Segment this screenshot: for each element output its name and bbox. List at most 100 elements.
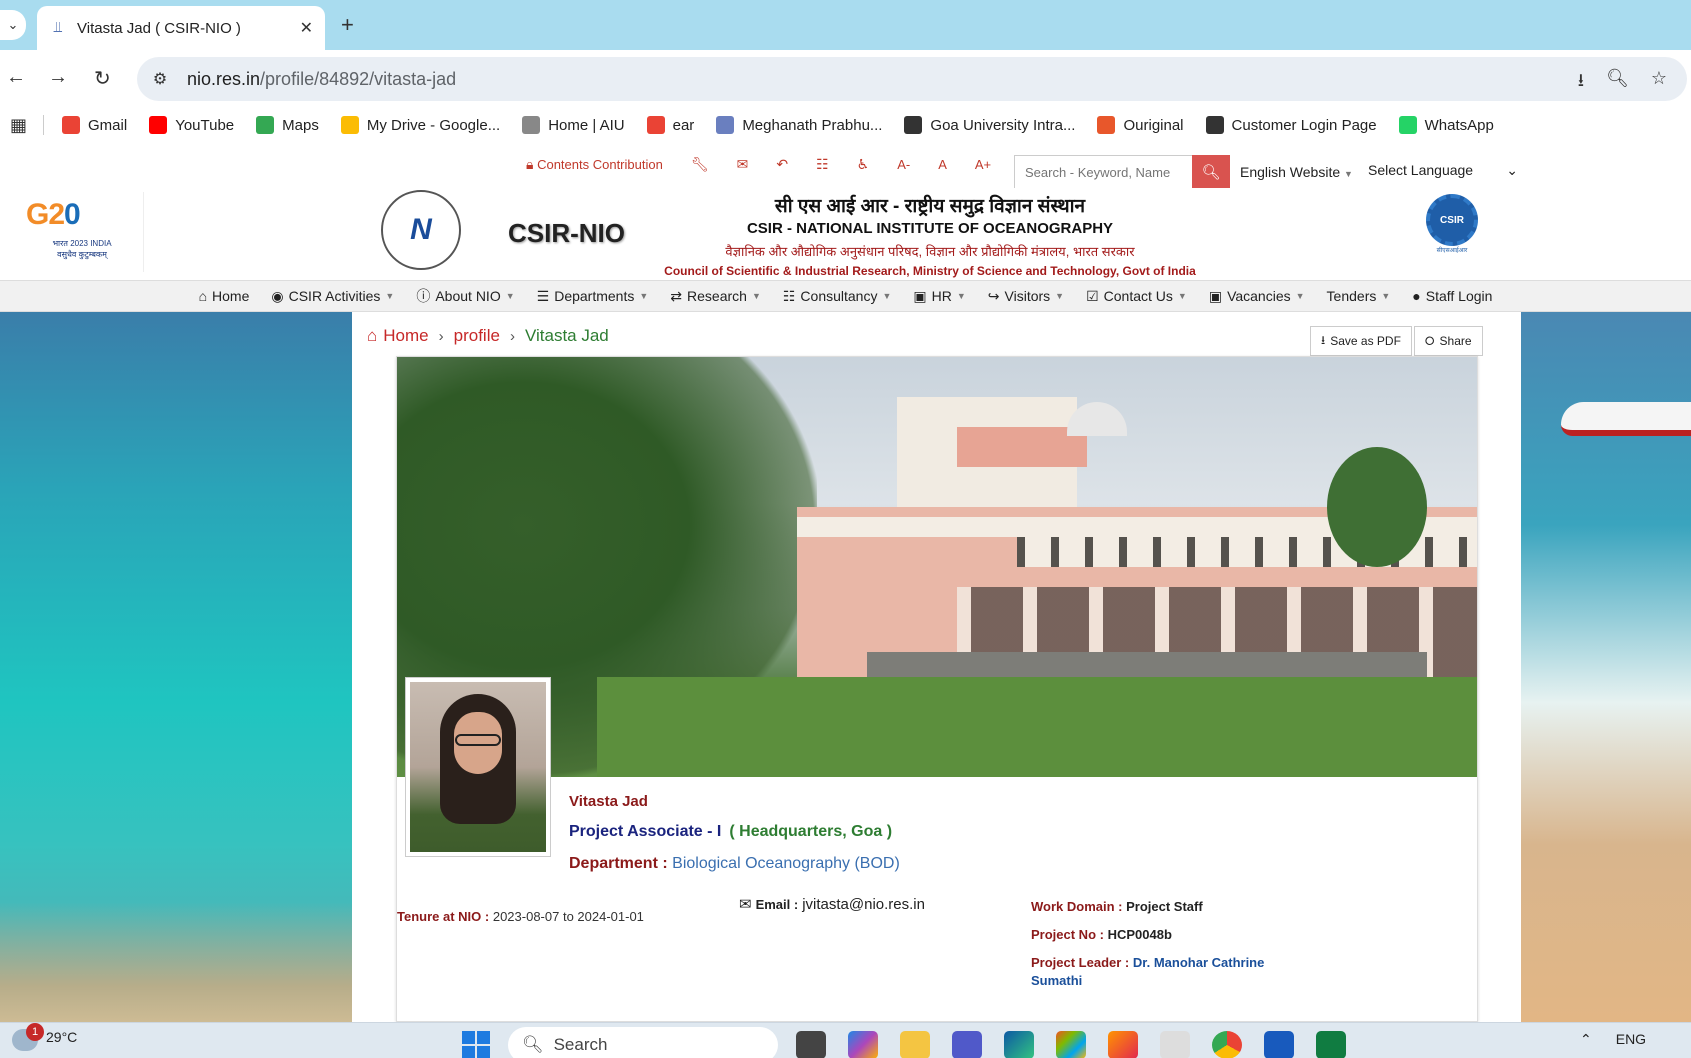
website-viewport: 🔒︎ Contents Contribution 🔧︎ ✉ ↶ ☷ ♿ A- A… xyxy=(0,142,1691,1022)
g20-logo[interactable]: G20 भारत 2023 INDIA वसुधैव कुटुम्बकम् xyxy=(18,192,144,272)
new-tab-button[interactable]: + xyxy=(341,12,354,38)
person-name: Vitasta Jad xyxy=(569,793,648,810)
mail-icon[interactable]: ✉ xyxy=(737,156,749,173)
bookmark-item[interactable]: Home | AIU xyxy=(522,116,625,134)
caret-down-icon: ▼ xyxy=(882,291,892,301)
nav-item-contact-us[interactable]: ☑ Contact Us ▼ xyxy=(1086,288,1187,305)
bookmark-item[interactable]: Meghanath Prabhu... xyxy=(716,116,882,134)
email-link[interactable]: jvitasta@nio.res.in xyxy=(802,896,925,913)
accessibility-icon[interactable]: ♿ xyxy=(857,156,870,173)
nav-item-about-nio[interactable]: ⓘ About NIO ▼ xyxy=(416,286,514,306)
store-icon[interactable] xyxy=(1056,1031,1086,1058)
taskbar-search[interactable]: 🔍︎ Search xyxy=(508,1027,778,1058)
site-search-button[interactable]: 🔍︎ xyxy=(1192,155,1230,189)
amazon-icon[interactable] xyxy=(1160,1031,1190,1058)
file-explorer-icon[interactable] xyxy=(900,1031,930,1058)
bookmark-label: ear xyxy=(672,116,695,134)
nio-emblem-logo[interactable]: N xyxy=(381,190,461,270)
language-indicator[interactable]: ENG xyxy=(1616,1031,1646,1048)
nav-item-tenders[interactable]: Tenders ▼ xyxy=(1327,288,1391,304)
breadcrumb-home[interactable]: ⌂ Home xyxy=(367,326,429,346)
bookmark-item[interactable]: Ouriginal xyxy=(1097,116,1184,134)
department-link[interactable]: Biological Oceanography (BOD) xyxy=(672,855,900,872)
chevron-up-icon[interactable]: ⌃ xyxy=(1580,1031,1592,1048)
english-website-dropdown[interactable]: English Website ▼ xyxy=(1240,164,1353,180)
firefox-icon[interactable] xyxy=(1108,1031,1138,1058)
check-square-icon: ☑ xyxy=(1086,287,1099,304)
zoom-icon[interactable]: 🔍︎ xyxy=(1606,68,1629,98)
site-top-utility-bar: 🔒︎ Contents Contribution 🔧︎ ✉ ↶ ☷ ♿ A- A… xyxy=(0,142,1691,189)
site-search-input[interactable] xyxy=(1015,156,1193,188)
csir-nio-logo-text[interactable]: CSIR-NIO xyxy=(508,218,625,249)
system-tray: ⌃ ENG xyxy=(1580,1031,1646,1048)
profile-card: Vitasta Jad Project Associate - I( Headq… xyxy=(396,356,1478,1022)
whatsapp-icon xyxy=(1398,116,1417,134)
word-icon[interactable] xyxy=(1264,1031,1294,1058)
background-sea-left xyxy=(0,312,352,1022)
content-panel: ⌂ Home › profile › Vitasta Jad ⭳ Save as P… xyxy=(352,312,1521,1022)
csir-emblem-logo[interactable]: CSIR सीएसआईआर xyxy=(1424,194,1480,266)
bookmark-item[interactable]: Maps xyxy=(256,116,319,134)
font-increase-button[interactable]: A+ xyxy=(975,157,991,172)
font-normal-button[interactable]: A xyxy=(938,157,947,172)
copilot-icon[interactable] xyxy=(848,1031,878,1058)
apps-grid-icon[interactable]: ▦ xyxy=(10,115,27,136)
chrome-icon[interactable] xyxy=(1212,1031,1242,1058)
drive-icon xyxy=(340,116,359,134)
task-view-icon[interactable] xyxy=(796,1031,826,1058)
back-arrow-icon[interactable]: ← xyxy=(6,66,26,89)
bookmark-item[interactable]: WhatsApp xyxy=(1398,116,1494,134)
briefcase-icon: ▣ xyxy=(1208,287,1223,304)
close-tab-icon[interactable]: ✕ xyxy=(300,18,313,38)
nav-item-hr[interactable]: ▣ HR ▼ xyxy=(913,288,965,305)
project-leader-row: Project Leader : Dr. Manohar Cathrine Su… xyxy=(1031,955,1265,988)
forward-arrow-icon[interactable]: → xyxy=(48,66,68,89)
browser-tab[interactable]: ⫫ Vitasta Jad ( CSIR-NIO ) ✕ xyxy=(37,6,325,50)
bookmark-item[interactable]: My Drive - Google... xyxy=(340,116,500,134)
nav-item-vacancies[interactable]: ▣ Vacancies ▼ xyxy=(1209,288,1305,305)
excel-icon[interactable] xyxy=(1316,1031,1346,1058)
omnibox[interactable]: ⚙ nio.res.in/profile/84892/vitasta-jad ⭳… xyxy=(137,57,1687,101)
weather-widget[interactable]: 1 29°C xyxy=(12,1023,77,1051)
share-button[interactable]: ⭘ Share xyxy=(1413,326,1483,356)
install-app-icon[interactable]: ⭳ xyxy=(1578,68,1584,98)
bookmarks-separator xyxy=(43,115,45,135)
font-decrease-button[interactable]: A- xyxy=(897,157,910,172)
nav-item-csir-activities[interactable]: ◉ CSIR Activities ▼ xyxy=(271,288,394,305)
bookmark-item[interactable]: YouTube xyxy=(149,116,234,134)
windows-start-icon[interactable] xyxy=(462,1031,490,1058)
nav-label: Tenders xyxy=(1326,288,1377,304)
download-icon: ⭳ xyxy=(1321,332,1326,347)
reload-icon[interactable]: ↻ xyxy=(94,66,111,91)
nav-item-visitors[interactable]: ↪ Visitors ▼ xyxy=(988,288,1064,305)
save-as-pdf-button[interactable]: ⭳ Save as PDF xyxy=(1310,326,1412,356)
maps-icon xyxy=(256,116,275,134)
select-language-dropdown[interactable]: Select Language ⌄ xyxy=(1368,162,1518,179)
lock-icon: 🔒︎ xyxy=(526,156,534,172)
contents-contribution-link[interactable]: 🔒︎ Contents Contribution xyxy=(526,156,663,173)
breadcrumb-separator: › xyxy=(438,327,444,345)
hindi-institute-title: सी एस आई आर - राष्ट्रीय समुद्र विज्ञान स… xyxy=(774,196,1086,217)
bookmark-item[interactable]: Goa University Intra... xyxy=(904,116,1075,134)
tab-search-button[interactable]: ⌄ xyxy=(0,10,26,40)
address-bar-row: ← → ↻ ⚙ nio.res.in/profile/84892/vitasta… xyxy=(0,50,1691,108)
nav-item-staff-login[interactable]: ● Staff Login xyxy=(1412,288,1492,304)
nav-item-home[interactable]: ⌂ Home xyxy=(199,288,250,304)
sitemap-icon[interactable]: ☷ xyxy=(816,156,829,173)
site-info-icon[interactable]: ⚙ xyxy=(149,68,171,90)
bookmark-item[interactable]: Gmail xyxy=(62,116,127,134)
bookmark-item[interactable]: ear xyxy=(646,116,695,134)
edge-icon[interactable] xyxy=(1004,1031,1034,1058)
reply-icon[interactable]: ↶ xyxy=(776,156,788,173)
nav-item-research[interactable]: ⇄ Research ▼ xyxy=(670,288,761,305)
url-text[interactable]: nio.res.in/profile/84892/vitasta-jad xyxy=(187,69,456,90)
bookmark-item[interactable]: Customer Login Page xyxy=(1205,116,1377,134)
designation: Project Associate - I( Headquarters, Goa… xyxy=(569,823,893,840)
wrench-icon[interactable]: 🔧︎ xyxy=(691,156,709,173)
nav-item-departments[interactable]: ☰ Departments ▼ xyxy=(537,288,649,305)
teams-icon[interactable] xyxy=(952,1031,982,1058)
breadcrumb-profile[interactable]: profile xyxy=(454,326,500,346)
nav-item-consultancy[interactable]: ☷ Consultancy ▼ xyxy=(783,288,892,305)
bookmark-star-icon[interactable]: ☆ xyxy=(1651,68,1667,98)
nav-label: HR xyxy=(931,288,952,304)
